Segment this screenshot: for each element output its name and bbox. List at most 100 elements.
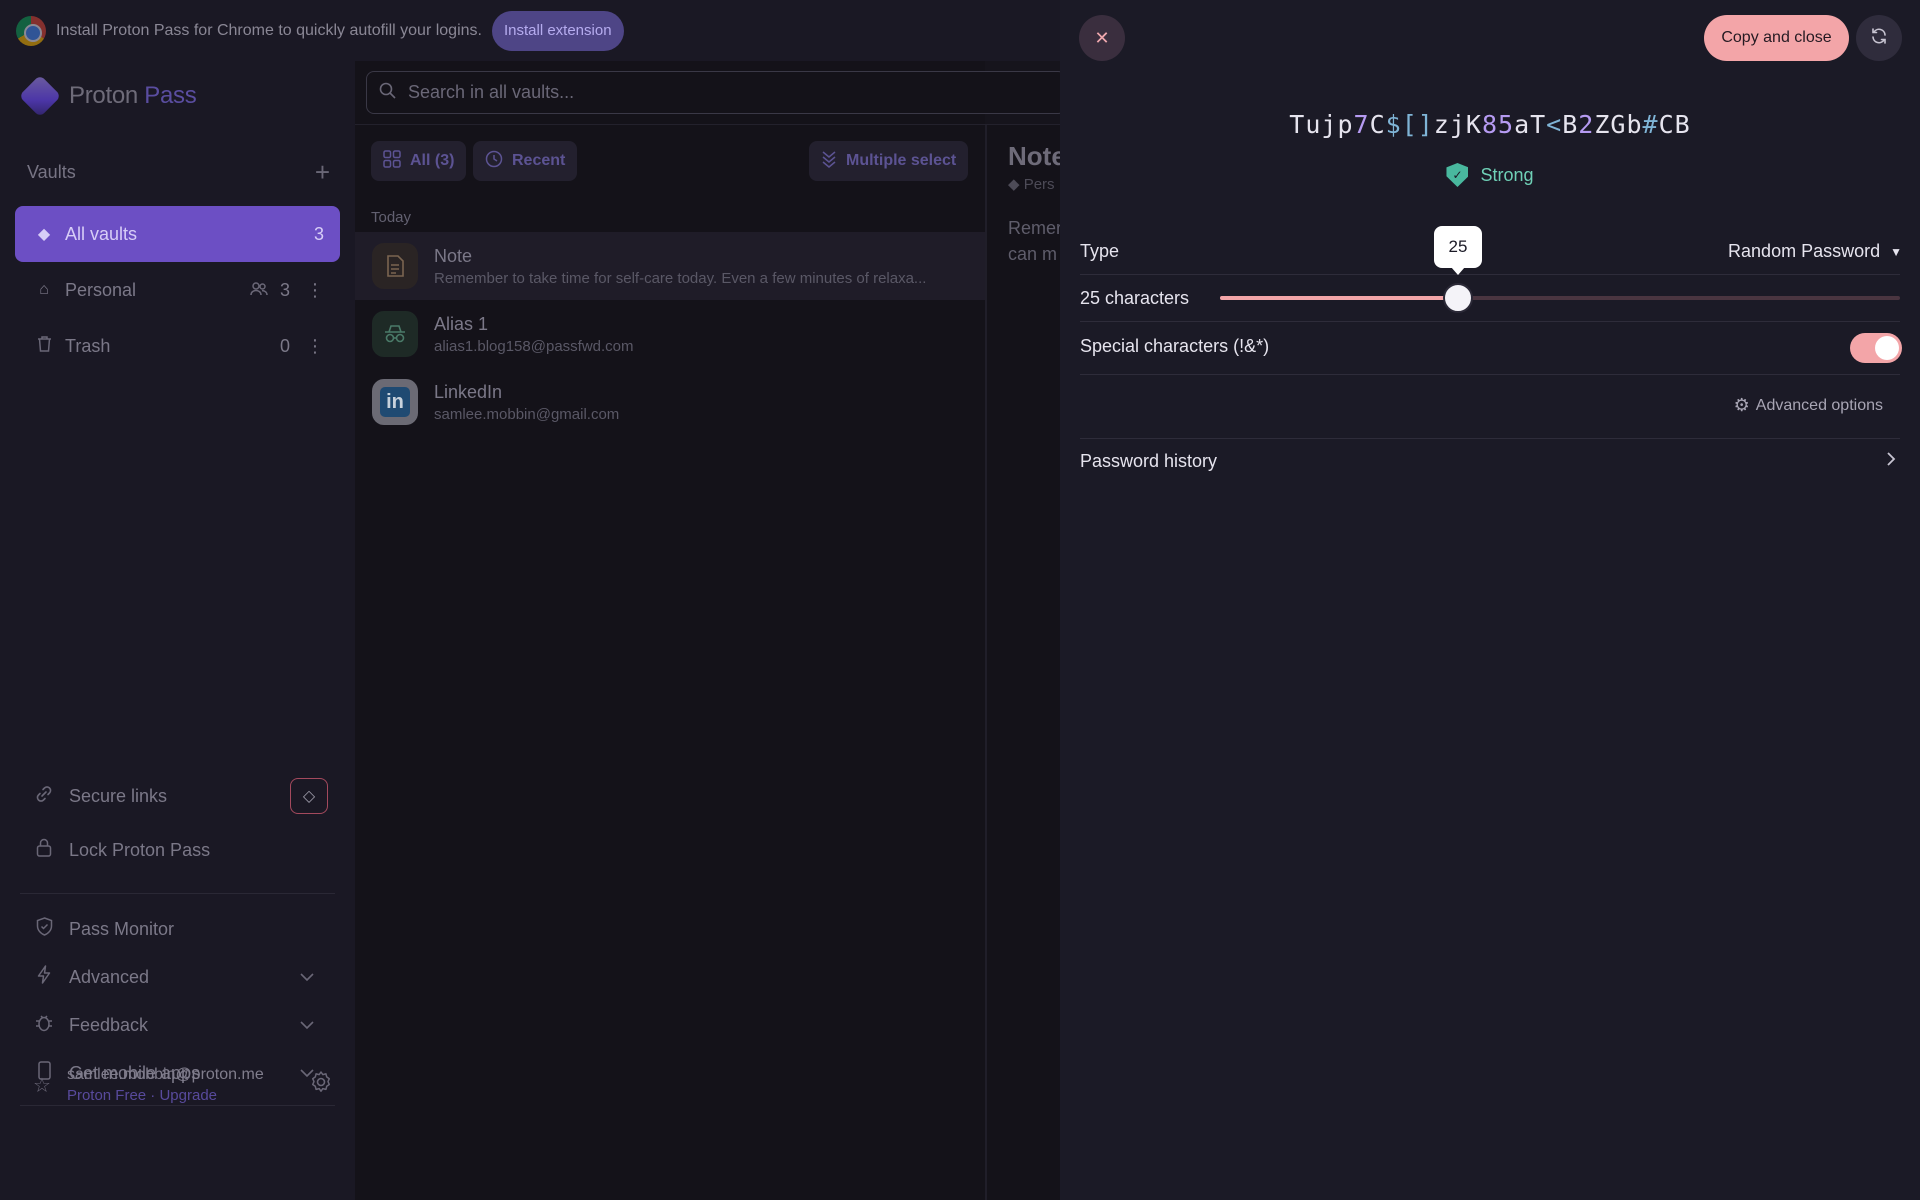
secure-links-label: Secure links: [69, 785, 168, 806]
filter-all-label: All (3): [410, 152, 455, 169]
slider-thumb[interactable]: [1443, 283, 1473, 313]
copy-and-close-button[interactable]: Copy and close: [1704, 15, 1849, 61]
item-title: Alias 1: [434, 313, 489, 334]
star-icon: ☆: [33, 1074, 51, 1097]
chevron-down-icon: [300, 970, 314, 985]
sidebar: Proton Pass Vaults + ◆ All vaults 3 ⌂ Pe…: [0, 61, 355, 1200]
link-icon: [33, 784, 55, 809]
linkedin-icon: in: [372, 379, 418, 425]
password-chunk: 85: [1481, 110, 1515, 139]
close-button[interactable]: ✕: [1079, 15, 1125, 61]
account-plan[interactable]: Proton Free · Upgrade: [67, 1087, 264, 1104]
password-chunk: CB: [1658, 110, 1691, 139]
sidebar-item-all-vaults[interactable]: ◆ All vaults 3: [15, 206, 340, 262]
row-divider: [1080, 274, 1900, 275]
account-info[interactable]: samlee.mobbin@proton.me Proton Free · Up…: [67, 1066, 264, 1104]
search-icon: [379, 82, 396, 104]
multiple-select-button[interactable]: Multiple select: [809, 141, 969, 181]
date-group-label: Today: [371, 209, 412, 226]
vault-label: Trash: [65, 335, 111, 356]
detail-vault: ◆ Pers: [1008, 176, 1055, 193]
multiple-select-label: Multiple select: [846, 152, 957, 169]
logo-text: Proton Pass: [69, 82, 197, 109]
password-history-label: Password history: [1080, 451, 1218, 471]
vaults-title: Vaults: [27, 161, 76, 182]
sidebar-item-trash[interactable]: Trash 0 ⋮: [15, 318, 340, 374]
password-chunk: $[]: [1385, 110, 1434, 139]
account-email: samlee.mobbin@proton.me: [66, 1066, 264, 1083]
list-item-linkedin[interactable]: in LinkedIn samlee.mobbin@gmail.com: [355, 368, 985, 436]
clock-icon: [485, 150, 503, 173]
feedback-menu[interactable]: Feedback: [33, 1013, 328, 1037]
settings-gear-icon[interactable]: [309, 1070, 333, 1100]
bug-icon: [33, 1013, 55, 1037]
note-icon: [372, 243, 418, 289]
items-list-pane: Search in all vaults... All (3) Recent M…: [355, 61, 1066, 1200]
list-item-alias[interactable]: Alias 1 alias1.blog158@passfwd.com: [355, 300, 985, 368]
list-header-divider: [355, 124, 1060, 125]
chevron-down-icon: [300, 1018, 314, 1033]
password-chunk: zjK: [1433, 110, 1482, 139]
lightning-icon: [33, 965, 55, 989]
sidebar-item-personal[interactable]: ⌂ Personal 3 ⋮: [15, 262, 340, 318]
feedback-label: Feedback: [69, 1014, 149, 1035]
filter-recent-label: Recent: [512, 152, 566, 169]
advanced-options-button[interactable]: ⚙ Advanced options: [1734, 395, 1883, 416]
upgrade-diamond-icon[interactable]: ◇: [290, 778, 328, 814]
password-chunk: C: [1369, 110, 1386, 139]
type-select[interactable]: Random Password ▼: [1728, 241, 1902, 262]
install-extension-button[interactable]: Install extension: [491, 10, 624, 51]
vault-count: 0: [279, 335, 290, 356]
sidebar-divider: [20, 1105, 335, 1106]
banner-text: Install Proton Pass for Chrome to quickl…: [56, 21, 482, 39]
vault-count: 3: [313, 223, 324, 244]
special-characters-toggle[interactable]: [1850, 333, 1902, 363]
home-icon: ⌂: [39, 281, 49, 298]
detail-body: Remer can m: [1008, 218, 1060, 264]
more-options-icon[interactable]: ⋮: [306, 280, 324, 301]
add-vault-plus-icon[interactable]: +: [315, 159, 330, 185]
shield-check-icon: [33, 917, 55, 941]
type-select-value: Random Password: [1728, 241, 1881, 261]
password-history-row[interactable]: Password history: [1080, 450, 1900, 473]
generated-password[interactable]: Tujp7C$[]zjK85aT<B2ZGb#CB: [1060, 110, 1920, 139]
proton-pass-logo[interactable]: Proton Pass: [18, 74, 197, 118]
item-subtitle: Remember to take time for self-care toda…: [434, 269, 927, 287]
refresh-icon: [1870, 27, 1888, 50]
length-slider[interactable]: 25: [1220, 226, 1900, 313]
regenerate-button[interactable]: [1856, 15, 1902, 61]
multi-select-icon: [821, 150, 837, 173]
item-detail-pane: Note ◆ Pers Remer can m: [987, 125, 1060, 1200]
chevron-right-icon: [1886, 450, 1896, 473]
proton-pass-logo-icon: [18, 74, 62, 118]
vault-label: Personal: [65, 279, 137, 300]
trash-icon: [35, 335, 53, 357]
password-chunk: <: [1546, 110, 1563, 139]
filter-recent-button[interactable]: Recent: [473, 141, 578, 181]
lock-proton-pass-link[interactable]: Lock Proton Pass: [33, 838, 328, 862]
row-divider: [1080, 374, 1900, 375]
gear-icon: ⚙: [1733, 395, 1750, 415]
detail-title: Note: [1008, 141, 1060, 171]
search-input[interactable]: Search in all vaults...: [366, 71, 1066, 114]
item-title: Note: [434, 245, 473, 266]
list-item-note[interactable]: Note Remember to take time for self-care…: [355, 232, 985, 300]
item-title: LinkedIn: [434, 381, 503, 402]
close-icon: ✕: [1094, 27, 1110, 48]
password-strength: ✓ Strong: [1060, 163, 1920, 187]
pass-monitor-label: Pass Monitor: [69, 918, 175, 939]
password-chunk: aT: [1514, 110, 1547, 139]
chrome-icon: [16, 15, 46, 46]
filter-all-button[interactable]: All (3): [371, 141, 467, 181]
grid-icon: [383, 149, 401, 173]
advanced-menu[interactable]: Advanced: [33, 965, 328, 989]
row-divider: [1080, 321, 1900, 322]
vault-count: 3: [279, 279, 290, 300]
more-options-icon[interactable]: ⋮: [306, 336, 324, 357]
alias-mask-icon: [372, 311, 418, 357]
secure-links-link[interactable]: Secure links ◇: [33, 778, 328, 814]
length-label: 25 characters: [1080, 288, 1190, 308]
install-banner: Install Proton Pass for Chrome to quickl…: [0, 0, 1060, 61]
lock-label: Lock Proton Pass: [69, 839, 211, 860]
pass-monitor-link[interactable]: Pass Monitor: [33, 917, 328, 941]
